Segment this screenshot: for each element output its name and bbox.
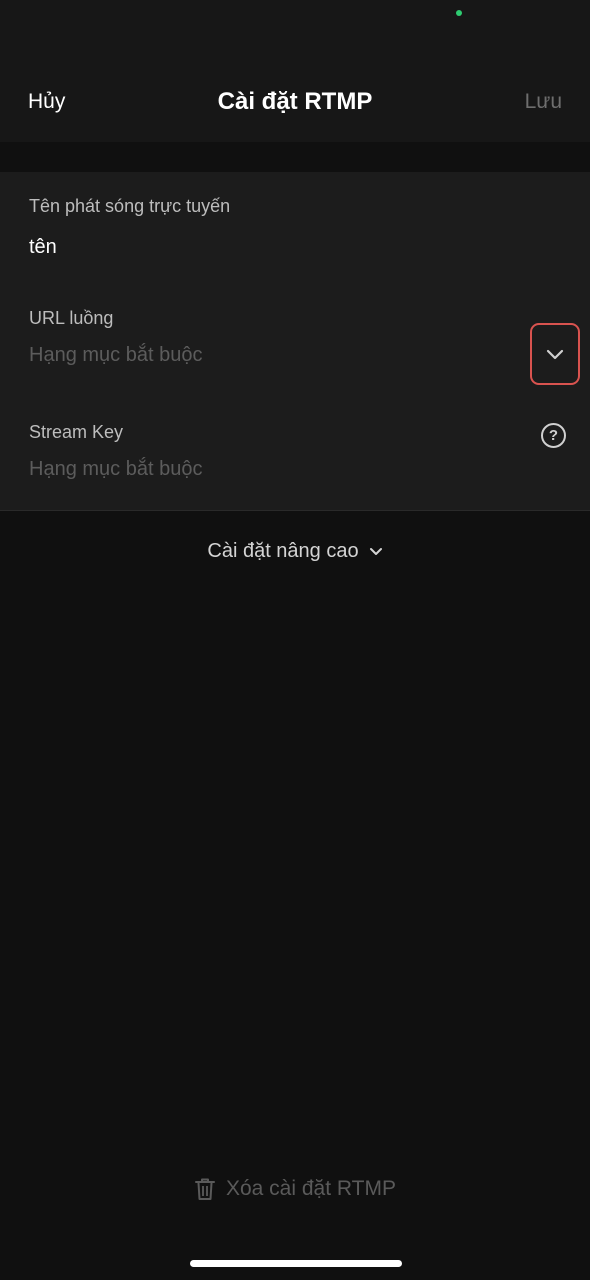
home-indicator[interactable] <box>190 1260 402 1267</box>
delete-rtmp-label: Xóa cài đặt RTMP <box>225 1177 397 1200</box>
trash-icon <box>194 1178 215 1200</box>
delete-rtmp-button[interactable]: Xóa cài đặt RTMP <box>0 1172 590 1206</box>
broadcast-name-label: Tên phát sóng trực tuyến <box>29 196 231 216</box>
status-bar <box>0 0 590 50</box>
page-title: Cài đặt RTMP <box>217 88 373 115</box>
broadcast-name-input[interactable]: tên <box>29 236 57 259</box>
advanced-settings-label: Cài đặt nâng cao <box>207 539 359 562</box>
stream-url-input[interactable]: Hạng mục bắt buộc <box>29 344 202 367</box>
rtmp-settings-screen: Hủy Cài đặt RTMP Lưu Tên phát sóng trực … <box>0 0 590 1280</box>
help-circle-icon[interactable]: ? <box>541 423 566 448</box>
nav-header: Hủy Cài đặt RTMP Lưu <box>0 50 590 142</box>
save-button[interactable]: Lưu <box>525 90 562 114</box>
chevron-down-icon <box>369 547 382 555</box>
privacy-indicator-dot <box>456 10 462 16</box>
chevron-down-icon <box>546 349 564 359</box>
stream-key-input[interactable]: Hạng mục bắt buộc <box>29 458 202 481</box>
stream-url-dropdown-button[interactable] <box>530 323 580 385</box>
stream-url-label: URL luồng <box>29 308 114 328</box>
stream-key-label: Stream Key <box>29 422 124 442</box>
divider <box>0 510 590 511</box>
advanced-settings-toggle[interactable]: Cài đặt nâng cao <box>0 536 590 566</box>
